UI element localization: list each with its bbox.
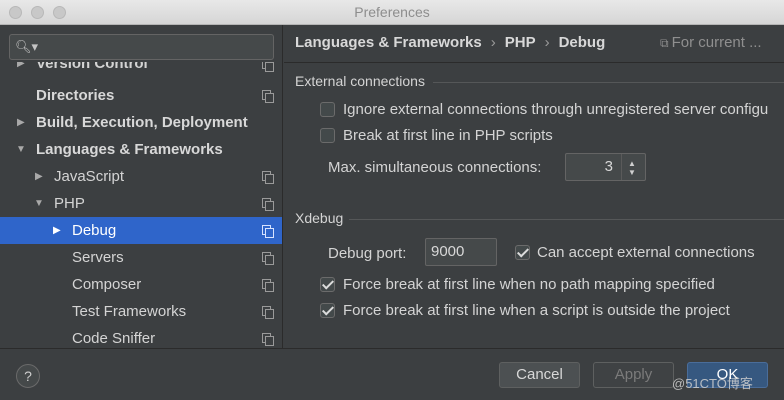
- stepper-buttons[interactable]: ▲ ▼: [621, 154, 645, 180]
- section-divider: [349, 219, 784, 220]
- project-scope-icon: [262, 171, 274, 184]
- sidebar-item-debug[interactable]: ▶ Debug: [0, 217, 282, 244]
- project-scope-icon: [262, 333, 274, 346]
- max-connections-stepper[interactable]: 3 ▲ ▼: [565, 153, 646, 181]
- scope-indicator: ⧉ For current ...: [660, 34, 762, 51]
- debug-port-label: Debug port:: [328, 245, 407, 262]
- watermark: @51CTO博客: [672, 376, 753, 391]
- xdebug-title: Xdebug: [295, 210, 344, 226]
- force-break-no-path-mapping-label[interactable]: Force break at first line when no path m…: [343, 276, 715, 293]
- ignore-external-connections-label[interactable]: Ignore external connections through unre…: [343, 101, 768, 118]
- breadcrumb-languages-frameworks[interactable]: Languages & Frameworks: [295, 34, 482, 51]
- break-first-line-label[interactable]: Break at first line in PHP scripts: [343, 127, 553, 144]
- sidebar-item-languages-frameworks[interactable]: ▼ Languages & Frameworks: [0, 136, 282, 163]
- search-icon: 🔍︎▾: [15, 39, 39, 54]
- external-connections-title: External connections: [295, 73, 425, 89]
- accept-external-connections-label[interactable]: Can accept external connections: [537, 244, 755, 261]
- project-scope-icon: [262, 279, 274, 292]
- chevron-right-icon[interactable]: ▶: [17, 109, 25, 136]
- sidebar-item-php[interactable]: ▼ PHP: [0, 190, 282, 217]
- increment-icon[interactable]: ▲: [628, 160, 636, 168]
- window-title: Preferences: [354, 4, 430, 20]
- breadcrumb-separator: ›: [544, 34, 550, 51]
- project-scope-icon: [262, 62, 274, 72]
- chevron-right-icon[interactable]: ▶: [53, 217, 61, 244]
- ignore-external-connections-checkbox[interactable]: [320, 102, 335, 117]
- force-break-no-path-mapping-checkbox[interactable]: [320, 277, 335, 292]
- sidebar-item-composer[interactable]: Composer: [0, 271, 282, 298]
- header-divider: [284, 62, 784, 63]
- project-scope-icon: [262, 252, 274, 265]
- breadcrumb-debug: Debug: [558, 34, 606, 51]
- cancel-button[interactable]: Cancel: [499, 362, 580, 388]
- project-scope-icon: [262, 198, 274, 211]
- breadcrumb: Languages & Frameworks › PHP › Debug: [295, 34, 605, 54]
- breadcrumb-php[interactable]: PHP: [505, 34, 536, 51]
- sidebar-item-code-sniffer[interactable]: Code Sniffer: [0, 325, 282, 348]
- apply-button[interactable]: Apply: [593, 362, 674, 388]
- project-scope-icon: [262, 90, 274, 103]
- chevron-down-icon[interactable]: ▼: [34, 190, 44, 217]
- force-break-outside-project-checkbox[interactable]: [320, 303, 335, 318]
- sidebar-item-directories[interactable]: Directories: [0, 82, 282, 109]
- project-scope-icon: [262, 306, 274, 319]
- sidebar-item-servers[interactable]: Servers: [0, 244, 282, 271]
- max-connections-label: Max. simultaneous connections:: [328, 159, 542, 176]
- accept-external-connections-checkbox[interactable]: [515, 245, 530, 260]
- break-first-line-checkbox[interactable]: [320, 128, 335, 143]
- section-divider: [433, 82, 784, 83]
- title-bar: Preferences: [0, 0, 784, 25]
- chevron-right-icon[interactable]: ▶: [35, 163, 43, 190]
- help-button[interactable]: ?: [16, 364, 40, 388]
- max-connections-value: 3: [604, 158, 613, 175]
- settings-sidebar: 🔍︎▾ ▶ Version Control Directories ▶ Buil…: [0, 25, 283, 348]
- search-input[interactable]: 🔍︎▾: [9, 34, 274, 60]
- sidebar-item-test-frameworks[interactable]: Test Frameworks: [0, 298, 282, 325]
- chevron-down-icon[interactable]: ▼: [16, 136, 26, 163]
- dialog-footer: ? Cancel Apply OK @51CTO博客: [0, 348, 784, 400]
- decrement-icon[interactable]: ▼: [628, 169, 636, 177]
- project-scope-icon: ⧉: [660, 36, 669, 50]
- debug-port-input[interactable]: 9000: [425, 238, 497, 266]
- sidebar-item-version-control[interactable]: ▶ Version Control: [0, 62, 282, 78]
- project-scope-icon: [262, 225, 274, 238]
- sidebar-item-build-execution-deployment[interactable]: ▶ Build, Execution, Deployment: [0, 109, 282, 136]
- settings-content: Languages & Frameworks › PHP › Debug ⧉ For cu…: [284, 25, 784, 348]
- breadcrumb-separator: ›: [490, 34, 496, 51]
- sidebar-item-javascript[interactable]: ▶ JavaScript: [0, 163, 282, 190]
- chevron-right-icon: ▶: [17, 62, 25, 69]
- force-break-outside-project-label[interactable]: Force break at first line when a script …: [343, 302, 730, 319]
